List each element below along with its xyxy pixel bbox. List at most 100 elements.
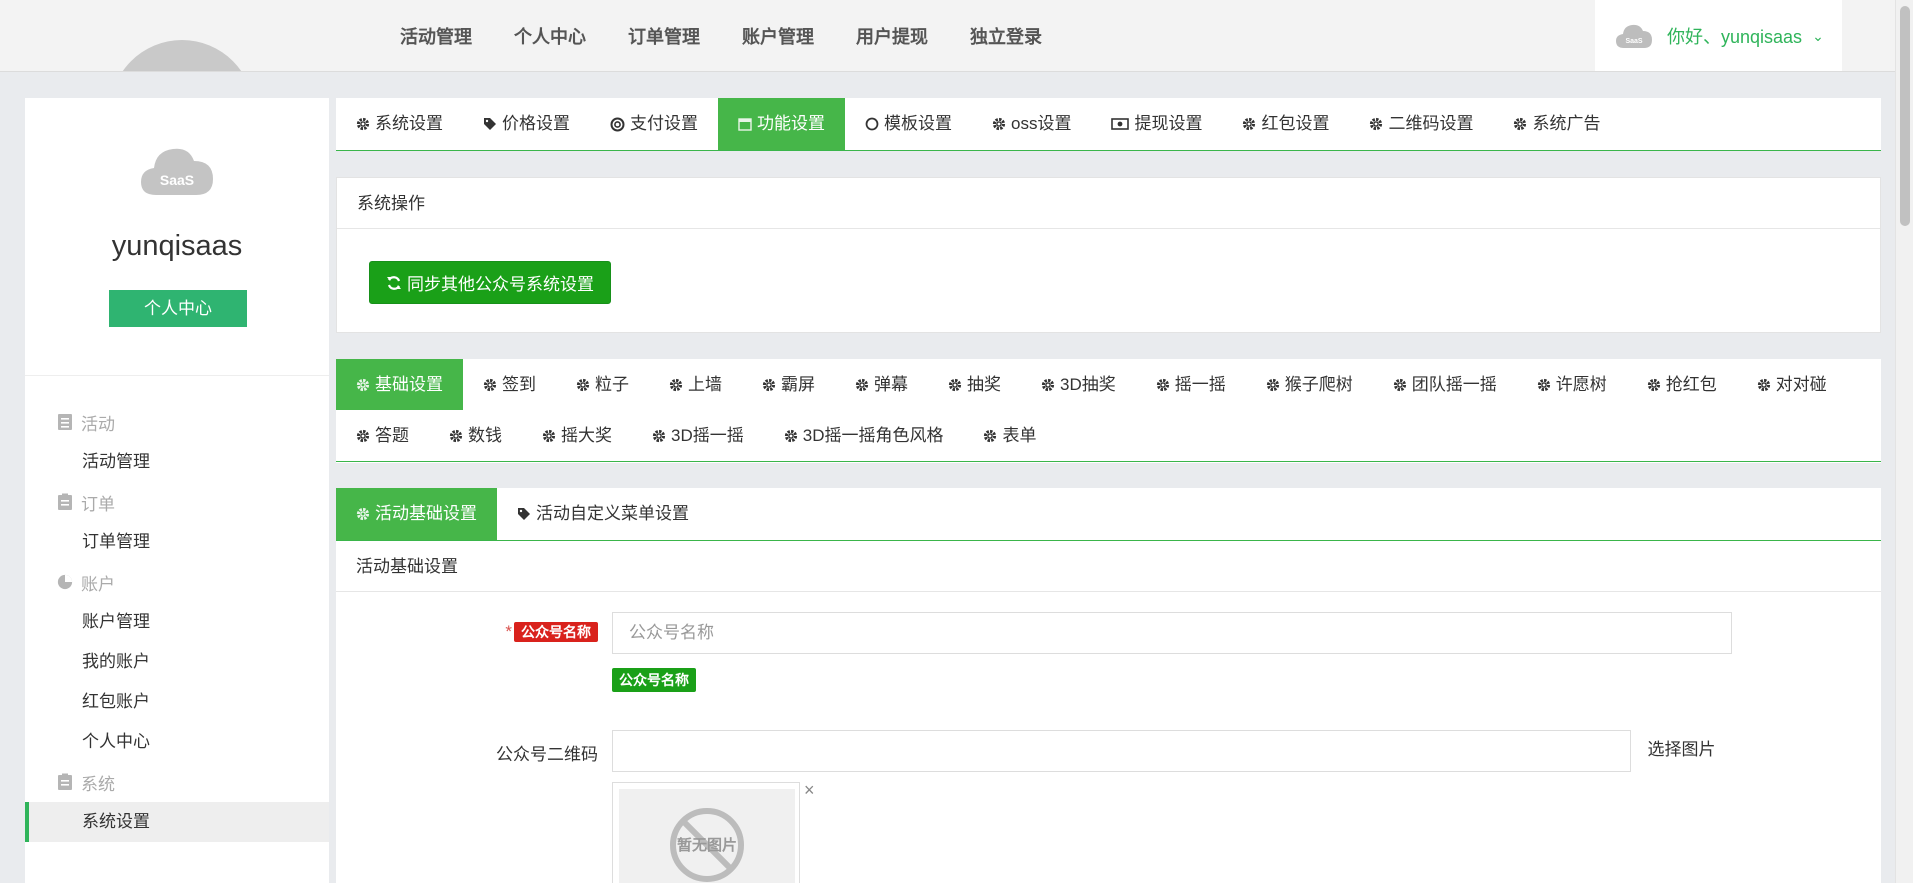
tab-template-settings[interactable]: 模板设置 — [845, 98, 972, 150]
sidebar-item-activity-management[interactable]: 活动管理 — [25, 442, 329, 482]
tab-activity-custom-menu[interactable]: 活动自定义菜单设置 — [497, 488, 709, 540]
feature-tab-15[interactable]: 数钱 — [429, 410, 522, 461]
tab-activity-basic-settings[interactable]: 活动基础设置 — [336, 488, 497, 540]
tab-redpacket-settings[interactable]: 红包设置 — [1222, 98, 1349, 150]
tab-qrcode-settings[interactable]: 二维码设置 — [1349, 98, 1493, 150]
scrollbar-thumb[interactable] — [1900, 6, 1910, 226]
feature-tab-5[interactable]: 弹幕 — [835, 359, 928, 410]
page-scrollbar[interactable] — [1895, 0, 1913, 883]
tab-label: 粒子 — [595, 375, 629, 394]
tab-label: 系统广告 — [1532, 114, 1601, 133]
feature-tab-18[interactable]: 3D摇一摇角色风格 — [764, 410, 964, 461]
tab-label: 系统设置 — [375, 114, 443, 133]
close-icon[interactable]: × — [804, 780, 815, 801]
sidebar-group-label: 订单 — [81, 494, 115, 514]
form-section-title: 活动基础设置 — [336, 541, 1881, 592]
gear-icon — [652, 429, 666, 442]
gear-icon — [1757, 378, 1770, 391]
gear-icon — [356, 507, 370, 521]
sidebar-group-label: 系统 — [81, 774, 115, 794]
topnav-orders[interactable]: 订单管理 — [628, 23, 700, 49]
tab-label: 许愿树 — [1555, 375, 1607, 394]
top-nav: 活动管理 个人中心 订单管理 账户管理 用户提现 独立登录 — [400, 0, 1084, 71]
tab-feature-settings[interactable]: 功能设置 — [718, 98, 845, 150]
tab-label: 上墙 — [688, 375, 722, 394]
topnav-activity[interactable]: 活动管理 — [400, 23, 472, 49]
feature-tab-9[interactable]: 猴子爬树 — [1246, 359, 1373, 410]
cloud-logo-text: SaaS — [1625, 38, 1642, 45]
feature-tab-19[interactable]: 表单 — [963, 410, 1056, 461]
tab-withdraw-settings[interactable]: 提现设置 — [1091, 98, 1222, 150]
feature-tab-6[interactable]: 抽奖 — [928, 359, 1021, 410]
gear-icon — [1266, 378, 1279, 391]
feature-tab-16[interactable]: 摇大奖 — [522, 410, 632, 461]
sidebar-group-accounts: 账户 — [25, 562, 329, 602]
gear-icon — [449, 429, 463, 442]
profile-card: SaaS yunqisaas 个人中心 — [25, 98, 329, 376]
sidebar-item-order-management[interactable]: 订单管理 — [25, 522, 329, 562]
profile-username: yunqisaas — [111, 230, 243, 262]
tab-payment-settings[interactable]: 支付设置 — [590, 98, 718, 150]
feature-tabs: 基础设置 签到 粒子 上墙 霸屏 弹幕 抽奖 3D抽奖 摇一摇 猴子爬树 团队摇一摇 许愿树 抢红包 对对… — [336, 359, 1881, 462]
tab-system-settings[interactable]: 系统设置 — [336, 98, 463, 150]
tab-label: 签到 — [502, 375, 536, 394]
tab-label: 模板设置 — [884, 114, 952, 133]
qrcode-label: 公众号二维码 — [496, 745, 598, 764]
feature-tab-12[interactable]: 抢红包 — [1627, 359, 1737, 410]
topnav-accounts[interactable]: 账户管理 — [742, 23, 814, 49]
cloud-logo-icon: SaaS — [141, 148, 213, 195]
user-menu[interactable]: SaaS 你好、yunqisaas ⌄ — [1595, 0, 1842, 71]
gear-icon — [669, 378, 683, 391]
system-ops-panel: 系统操作 同步其他公众号系统设置 — [336, 177, 1881, 333]
tab-price-settings[interactable]: 价格设置 — [463, 98, 590, 150]
clipboard-icon — [58, 493, 72, 510]
sidebar-item-redpacket-account[interactable]: 红包账户 — [25, 682, 329, 722]
account-name-input[interactable] — [612, 612, 1732, 654]
sync-settings-button[interactable]: 同步其他公众号系统设置 — [369, 261, 611, 304]
select-image-button[interactable]: 选择图片 — [1630, 730, 1732, 772]
feature-tab-7[interactable]: 3D抽奖 — [1021, 359, 1136, 410]
sidebar-group-orders: 订单 — [25, 482, 329, 522]
feature-tab-3[interactable]: 上墙 — [649, 359, 742, 410]
sidebar-item-personal-center[interactable]: 个人中心 — [25, 722, 329, 762]
feature-tab-1[interactable]: 签到 — [463, 359, 556, 410]
feature-tab-4[interactable]: 霸屏 — [742, 359, 835, 410]
settings-tabs: 系统设置 价格设置 支付设置 功能设置 模板设置 oss设置 提现设置 红包设置… — [336, 98, 1881, 151]
sidebar-item-my-account[interactable]: 我的账户 — [25, 642, 329, 682]
gear-icon — [1514, 117, 1527, 131]
image-preview: 暂无图片 — [612, 782, 800, 883]
feature-tab-8[interactable]: 摇一摇 — [1136, 359, 1246, 410]
sidebar-group-label: 活动 — [81, 414, 115, 434]
gear-icon — [356, 117, 370, 131]
tab-label: 基础设置 — [375, 375, 443, 394]
feature-tab-11[interactable]: 许愿树 — [1517, 359, 1627, 410]
lifebuoy-icon — [610, 117, 625, 131]
tab-label: 对对碰 — [1775, 375, 1827, 394]
tab-label: 抽奖 — [967, 375, 1001, 394]
gear-icon — [1243, 117, 1256, 131]
tag-icon — [518, 508, 530, 520]
feature-tab-0[interactable]: 基础设置 — [336, 359, 463, 410]
feature-tab-17[interactable]: 3D摇一摇 — [632, 410, 764, 461]
feature-tab-14[interactable]: 答题 — [336, 410, 429, 461]
tab-label: 价格设置 — [502, 114, 570, 133]
tab-label: 提现设置 — [1134, 114, 1203, 133]
sidebar-item-system-settings[interactable]: 系统设置 — [25, 802, 329, 842]
topnav-profile[interactable]: 个人中心 — [514, 23, 586, 49]
feature-tab-13[interactable]: 对对碰 — [1737, 359, 1847, 410]
qrcode-path-input[interactable] — [612, 730, 1732, 772]
sidebar-item-account-management[interactable]: 账户管理 — [25, 602, 329, 642]
feature-tab-10[interactable]: 团队摇一摇 — [1373, 359, 1517, 410]
tab-oss-settings[interactable]: oss设置 — [972, 98, 1091, 150]
gear-icon — [356, 378, 370, 391]
refresh-icon — [387, 275, 401, 290]
tab-label: 摇一摇 — [1174, 375, 1226, 394]
topnav-standalone-login[interactable]: 独立登录 — [970, 23, 1042, 49]
tab-system-ads[interactable]: 系统广告 — [1493, 98, 1620, 150]
feature-tab-2[interactable]: 粒子 — [556, 359, 649, 410]
settings-tabs-panel: 系统设置 价格设置 支付设置 功能设置 模板设置 oss设置 提现设置 红包设置… — [336, 98, 1881, 151]
profile-center-button[interactable]: 个人中心 — [109, 290, 247, 327]
gear-icon — [542, 429, 556, 442]
gear-icon — [1647, 378, 1660, 391]
topnav-withdraw[interactable]: 用户提现 — [856, 23, 928, 49]
